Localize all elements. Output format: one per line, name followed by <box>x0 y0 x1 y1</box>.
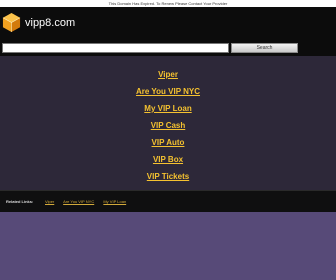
page-footer <box>0 212 336 280</box>
list-item: VIP Box <box>0 149 336 166</box>
main-content: Viper Are You VIP NYC My VIP Loan VIP Ca… <box>0 56 336 190</box>
list-item: Viper <box>0 64 336 81</box>
link-viper[interactable]: Viper <box>158 70 178 79</box>
search-input[interactable] <box>2 43 229 53</box>
link-vip-cash[interactable]: VIP Cash <box>151 121 186 130</box>
related-link-viper[interactable]: Viper <box>45 199 54 204</box>
related-link-my-vip-loan[interactable]: My VIP Loan <box>103 199 126 204</box>
search-bar: Search <box>0 40 336 56</box>
list-item: VIP Tickets <box>0 166 336 183</box>
sponsored-link-list: Viper Are You VIP NYC My VIP Loan VIP Ca… <box>0 64 336 183</box>
list-item: Are You VIP NYC <box>0 81 336 98</box>
list-item: My VIP Loan <box>0 98 336 115</box>
link-my-vip-loan[interactable]: My VIP Loan <box>144 104 191 113</box>
link-vip-tickets[interactable]: VIP Tickets <box>147 172 189 181</box>
related-link-are-you-vip-nyc[interactable]: Are You VIP NYC <box>63 199 94 204</box>
link-vip-box[interactable]: VIP Box <box>153 155 183 164</box>
expired-domain-banner: This Domain Has Expired. To Renew Please… <box>0 0 336 7</box>
related-links-bar: Related Links: Viper Are You VIP NYC My … <box>0 190 336 212</box>
search-button[interactable]: Search <box>231 43 298 53</box>
related-links-list: Viper Are You VIP NYC My VIP Loan <box>45 191 134 212</box>
link-vip-auto[interactable]: VIP Auto <box>152 138 185 147</box>
orange-cube-icon[interactable] <box>2 12 21 33</box>
link-are-you-vip-nyc[interactable]: Are You VIP NYC <box>136 87 200 96</box>
site-name[interactable]: vipp8.com <box>25 17 75 30</box>
site-header: vipp8.com <box>0 7 336 40</box>
related-links-title: Related Links: <box>6 199 34 204</box>
list-item: VIP Auto <box>0 132 336 149</box>
list-item: VIP Cash <box>0 115 336 132</box>
